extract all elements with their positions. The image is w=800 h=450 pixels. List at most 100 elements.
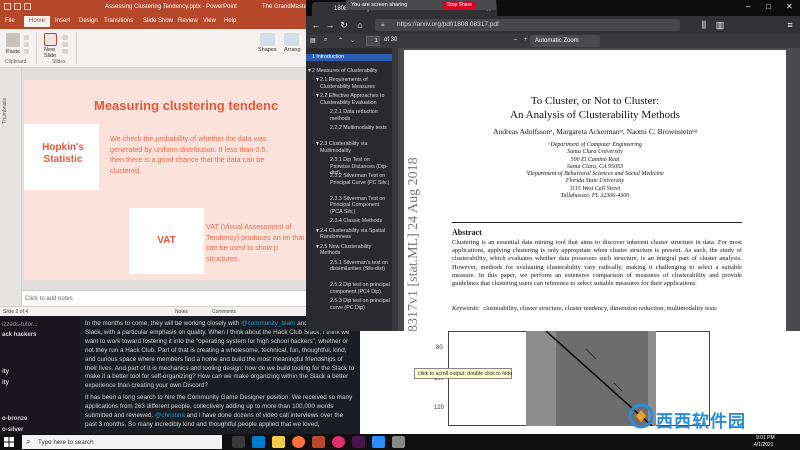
copy-icon[interactable] [24,42,29,47]
forward-icon[interactable]: → [324,20,336,30]
hopkins-description[interactable]: We check the probability of whether the … [110,134,282,176]
shapes-icon[interactable] [260,33,275,46]
paste-button[interactable]: Paste [6,49,20,55]
clock-date[interactable]: 4/1/2021 [754,442,773,448]
tab-transitions[interactable]: Transitions [104,18,133,24]
address-bar[interactable]: 🔒︎ https://arxiv.org/pdf/1808.08317.pdf [375,19,680,31]
maximize-icon[interactable]: □ [766,2,771,11]
library-icon[interactable]: ⫼ [698,20,710,31]
outline-toggle-icon[interactable]: ▼ [315,244,320,250]
pdf-page[interactable]: To Cluster, or Not to Cluster: An Analys… [404,50,786,331]
tab-review[interactable]: Review [178,18,198,24]
outline-item[interactable]: 2.4 Clusterability via Spatial Randomnes… [320,228,390,241]
toggle-sidebar-icon[interactable]: ▤ [310,37,316,44]
windows-start-icon[interactable] [4,437,14,447]
clock-time[interactable]: 9:01 PM [756,435,775,441]
outline-item[interactable]: 2.5.1 Silverman's test on dissimilaritie… [330,260,390,273]
reload-icon[interactable]: ↻ [338,20,350,31]
tab-home[interactable]: Home [24,16,51,27]
previous-page-icon[interactable]: ⌃ [338,37,343,44]
arrange-button[interactable]: Arrang [284,47,301,53]
notes-pane[interactable]: Click to add notes [22,290,306,306]
format-painter-icon[interactable] [24,49,29,54]
outline-item[interactable]: 2.2.2 Multimodality tests [330,125,390,132]
tab-view[interactable]: View [203,18,216,24]
tab-insert[interactable]: Insert [55,18,70,24]
slide[interactable]: Measuring clustering tendenc Hopkin's St… [24,80,354,280]
layout-icon[interactable] [62,35,68,40]
notes-toggle[interactable]: Notes [175,309,188,315]
menu-icon[interactable]: ≡ [784,20,796,30]
thumbnails-pane[interactable]: Thumbnails [0,68,22,306]
outline-toggle-icon[interactable]: ▼ [315,77,320,83]
sidebar-icon[interactable]: ▥ [714,20,726,31]
sidebar-item-channel[interactable]: ity [2,369,9,375]
outline-item[interactable]: 2.1 Requirements of Clusterability Measu… [320,77,390,90]
tab-help[interactable]: Help [224,18,236,24]
zoom-value[interactable]: Automatic Zoom [535,38,579,44]
new-slide-button[interactable]: New Slide [44,47,56,59]
vat-description[interactable]: VAT (Visual Assessment of Tendency) prod… [206,222,306,264]
outline-item[interactable]: 2.2 Effective Approaches to Clusterabili… [320,93,390,106]
reset-icon[interactable] [62,42,68,47]
zoom-out-icon[interactable]: – [514,37,517,43]
hopkins-label-box[interactable]: Hopkin's Statistic [24,124,99,190]
tab-file[interactable]: File [5,18,15,24]
powerpoint-taskbar-icon[interactable] [312,436,325,448]
next-page-icon[interactable]: ⌄ [350,37,355,44]
find-icon[interactable]: ⌕ [324,37,327,44]
page-number-input[interactable] [366,36,380,46]
lock-icon[interactable]: 🔒︎ [381,21,384,29]
vscode-taskbar-icon[interactable] [252,436,265,448]
section-icon[interactable] [62,49,68,54]
comments-toggle[interactable]: Comments [212,309,236,315]
close-window-icon[interactable]: ✕ [786,2,793,11]
new-slide-icon[interactable] [44,33,57,46]
arrange-icon[interactable] [284,33,299,46]
outline-item[interactable]: 1 Introduction [306,54,392,61]
slide-title[interactable]: Measuring clustering tendenc [94,98,278,113]
outline-item[interactable]: 2.5 New Clusterability Methods [320,244,390,257]
task-view-icon[interactable] [232,436,245,448]
outline-item[interactable]: 2.3.2 Silverman Test on Principal Curve … [330,173,390,186]
shapes-button[interactable]: Shapes [258,47,277,53]
quick-access-toolbar[interactable] [4,3,44,12]
slack-taskbar-icon[interactable] [352,436,365,448]
sidebar-item-channel[interactable]: o-bronze [2,416,27,422]
sidebar-item-channel[interactable]: ity [2,380,9,386]
vat-heading[interactable]: VAT [129,235,204,247]
search-placeholder[interactable]: Type here to search [38,439,94,446]
back-icon[interactable]: ← [310,20,322,30]
vat-label-box[interactable]: VAT [129,208,204,274]
sidebar-item-channel[interactable]: ack hackers [2,332,36,338]
minimize-icon[interactable]: – [746,2,750,11]
stop-share-button[interactable]: Stop Share [443,1,477,9]
system-tray[interactable]: 9:01 PM 4/1/2021 [720,434,800,450]
tab-design[interactable]: Design [79,18,98,24]
taskbar-search-box[interactable]: ⌕ Type here to search [22,435,222,449]
outline-item[interactable]: 2.3 Clusterability via Multimodality [320,141,390,154]
zoom-in-icon[interactable]: + [524,37,528,43]
sidebar-item-workspace[interactable]: izzeds-tutor... [2,322,38,328]
outline-toggle-icon[interactable]: ▼ [307,68,312,74]
outline-item[interactable]: 2.3.3 Silverman Test on Principal Compon… [330,196,390,216]
notes-placeholder[interactable]: Click to add notes [25,296,73,302]
paste-icon[interactable] [6,33,20,47]
app-taskbar-icon[interactable] [332,436,345,448]
outline-toggle-icon[interactable]: ▼ [315,228,320,234]
zoom-select[interactable]: Automatic Zoom [530,35,600,47]
sidebar-item-channel[interactable]: o-silver [2,427,23,433]
outline-item[interactable]: 2.5.2 Dip test on principal component (P… [330,282,390,295]
outline-item[interactable]: 2 Measures of Clusterability [312,68,390,75]
cut-icon[interactable] [24,35,29,40]
home-icon[interactable]: ⌂ [354,20,366,30]
hopkins-heading[interactable]: Hopkin's Statistic [30,142,96,166]
user-mention[interactable]: @community_team [241,320,295,327]
outline-toggle-icon[interactable]: ▼ [315,141,320,147]
app-taskbar-icon[interactable] [392,436,405,448]
outline-item[interactable]: 2.5.3 Dip test on principal curve (PC Di… [330,298,390,311]
ppt-user-name[interactable]: The GrandMaster [262,4,309,10]
outline-item[interactable]: 2.2.1 Data reduction methods [330,109,390,122]
tab-slide-show[interactable]: Slide Show [143,18,173,24]
user-mention[interactable]: @christina [155,412,185,419]
